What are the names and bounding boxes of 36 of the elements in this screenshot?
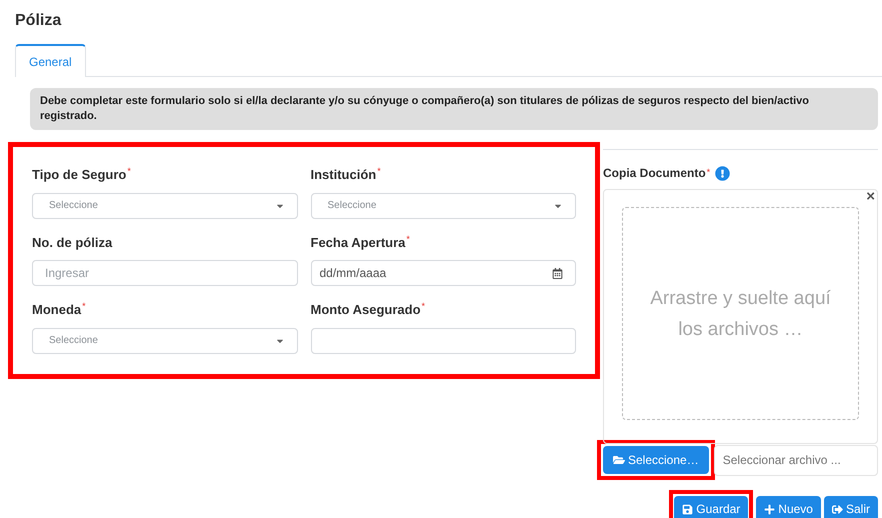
field-label: Tipo de Seguro	[32, 166, 126, 184]
drop-zone[interactable]: Arrastre y suelte aquí los archivos …	[622, 207, 859, 420]
plus-icon	[764, 504, 776, 514]
date-field[interactable]: dd/mm/aaaa	[310, 260, 576, 286]
tab[interactable]: General	[15, 44, 86, 77]
field-label: Monto Asegurado	[310, 301, 421, 319]
folder-icon	[613, 454, 625, 466]
required-asterisk: *	[82, 300, 86, 313]
close-button[interactable]: ×	[866, 189, 875, 204]
save-icon	[682, 504, 694, 514]
action-button[interactable]: Nuevo	[756, 496, 821, 518]
required-asterisk: *	[127, 165, 131, 178]
field-label: No. de póliza	[32, 234, 112, 252]
action-button[interactable]: Guardar	[674, 496, 748, 518]
exit-icon	[832, 504, 843, 514]
field-label: Institución	[310, 166, 376, 184]
action-button[interactable]: Salir	[824, 496, 878, 518]
field-label: Copia Documento	[603, 165, 706, 182]
select-field[interactable]: Seleccione	[310, 192, 576, 218]
page-title: Póliza	[15, 11, 62, 31]
select-field[interactable]: Seleccione	[32, 192, 298, 218]
required-asterisk: *	[422, 300, 426, 313]
input-field[interactable]: Ingresar	[32, 260, 298, 286]
info-icon[interactable]	[715, 166, 730, 180]
select-field[interactable]: Seleccione	[32, 328, 298, 354]
required-asterisk: *	[377, 165, 381, 178]
browse-button[interactable]: Seleccione…	[603, 446, 709, 474]
file-name-field[interactable]: Seleccionar archivo ...	[714, 444, 878, 476]
required-asterisk: *	[406, 232, 410, 246]
notice-banner: Debe completar este formulario solo si el/la declarante y/o su cónyuge o compañero(a) son titulares de pólizas de seguros respecto del bien/activo registrado.	[30, 88, 878, 130]
drop-zone-text: Arrastre y suelte aquí los archivos …	[649, 286, 832, 342]
field-label: Fecha Apertura	[310, 234, 406, 252]
required-asterisk: *	[706, 166, 710, 180]
input-field[interactable]	[310, 328, 576, 354]
field-label: Moneda	[32, 301, 82, 319]
calendar-icon	[552, 268, 563, 278]
